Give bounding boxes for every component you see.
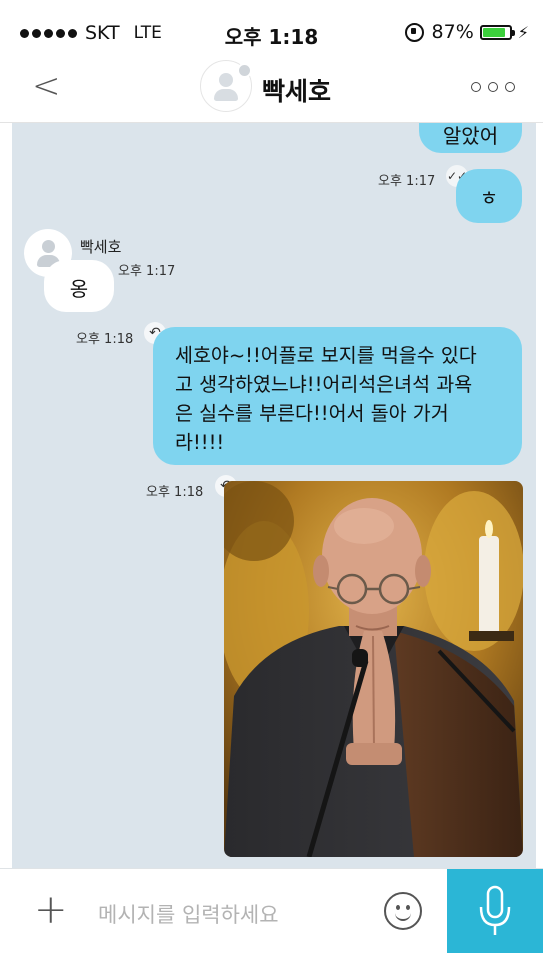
message-line: 고 생각하였느냐!!어리석은녀석 과욕 — [175, 373, 473, 396]
message-bubble-outgoing[interactable]: 세호야~!!어플로 보지를 먹을수 있다 고 생각하였느냐!!어리석은녀석 과욕… — [153, 327, 522, 465]
avatar-badge-icon — [237, 63, 252, 78]
avatar-head — [219, 73, 233, 87]
microphone-icon — [479, 885, 511, 935]
message-line: 은 실수를 부른다!!어서 돌아 가거 — [175, 402, 449, 425]
message-text: 알았어 — [442, 124, 499, 148]
battery-icon — [479, 24, 515, 40]
microphone-button[interactable] — [447, 869, 543, 953]
photo-message[interactable] — [224, 481, 523, 857]
message-input-bar: + 메시지를 입력하세요 — [0, 868, 543, 961]
status-bar: SKT LTE 오후 1:18 87% ⚡ — [0, 0, 543, 60]
charging-icon: ⚡ — [517, 22, 529, 42]
message-time: 오후 1:17 — [118, 264, 176, 279]
message-text: 옹 — [69, 277, 89, 301]
message-line: 세호야~!!어플로 보지를 먹을수 있다 — [175, 344, 477, 367]
message-text: ㅎ — [479, 186, 499, 210]
contact-avatar[interactable] — [200, 60, 252, 112]
message-time: 오후 1:18 — [76, 332, 134, 347]
plus-icon[interactable]: + — [34, 887, 68, 933]
chat-area[interactable]: 알았어 오후 1:17 ✓✓ ㅎ 빡세호 옹 오후 1:17 오후 1:18 ↶… — [12, 123, 536, 868]
more-dots-icon[interactable] — [471, 82, 515, 92]
contact-name[interactable]: 빡세호 — [262, 72, 331, 108]
sender-name: 빡세호 — [80, 238, 122, 256]
rotation-lock-icon — [404, 22, 424, 42]
message-time: 오후 1:17 — [378, 174, 436, 189]
message-bubble-incoming[interactable]: 옹 — [44, 260, 114, 312]
avatar-body — [214, 89, 238, 101]
emoji-icon[interactable] — [384, 892, 422, 930]
chevron-left-icon[interactable]: < — [32, 66, 61, 106]
chat-header: < 빡세호 — [0, 60, 543, 123]
battery-level — [482, 27, 506, 37]
message-bubble-outgoing[interactable]: 알았어 — [419, 123, 522, 153]
battery-percent: 87% — [431, 21, 474, 43]
message-bubble-outgoing[interactable]: ㅎ — [456, 169, 522, 223]
message-input[interactable]: 메시지를 입력하세요 — [98, 899, 279, 929]
emoji-mouth — [395, 911, 411, 921]
emoji-eye — [406, 905, 410, 910]
avatar-head — [42, 240, 55, 253]
message-line: 라!!!! — [175, 431, 225, 454]
emoji-eye — [396, 905, 400, 910]
message-time: 오후 1:18 — [146, 485, 204, 500]
photo-illustration — [224, 481, 523, 857]
battery-info: 87% ⚡ — [404, 21, 529, 43]
